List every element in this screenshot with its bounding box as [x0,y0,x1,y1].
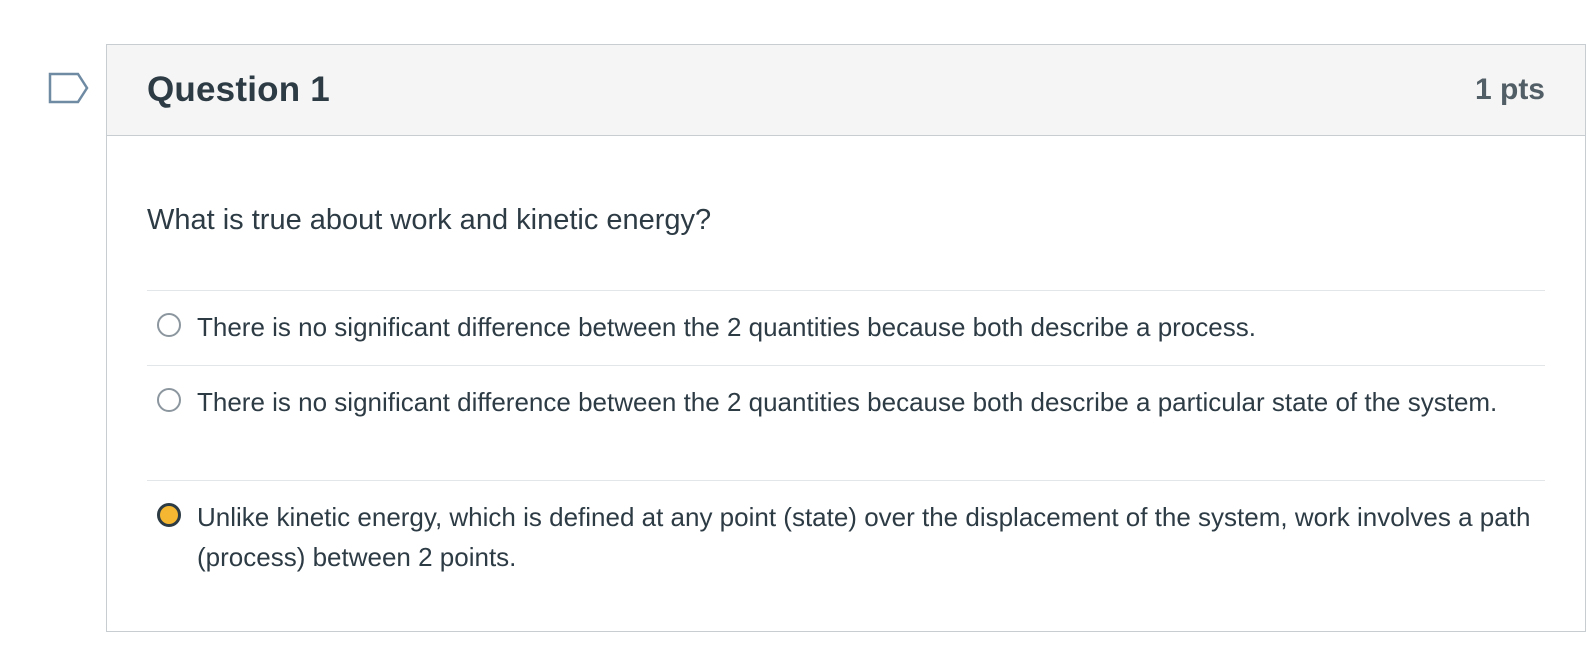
question-header: Question 1 1 pts [107,45,1585,136]
question-card: Question 1 1 pts What is true about work… [106,44,1586,632]
question-text: What is true about work and kinetic ener… [147,136,1545,291]
question-body: What is true about work and kinetic ener… [107,136,1585,601]
answer-option-1[interactable]: There is no significant difference betwe… [147,291,1545,366]
question-points: 1 pts [1474,73,1545,106]
question-title: Question 1 [147,70,330,109]
radio-button[interactable] [157,388,181,412]
flag-question-icon[interactable] [48,72,90,104]
answer-label: Unlike kinetic energy, which is defined … [197,502,1531,572]
answer-option-3[interactable]: Unlike kinetic energy, which is defined … [147,481,1545,601]
answer-label: There is no significant difference betwe… [197,312,1256,342]
radio-button-selected[interactable] [157,503,181,527]
answer-list: There is no significant difference betwe… [147,291,1545,601]
answer-label: There is no significant difference betwe… [197,387,1498,417]
radio-button[interactable] [157,313,181,337]
answer-option-2[interactable]: There is no significant difference betwe… [147,366,1545,481]
